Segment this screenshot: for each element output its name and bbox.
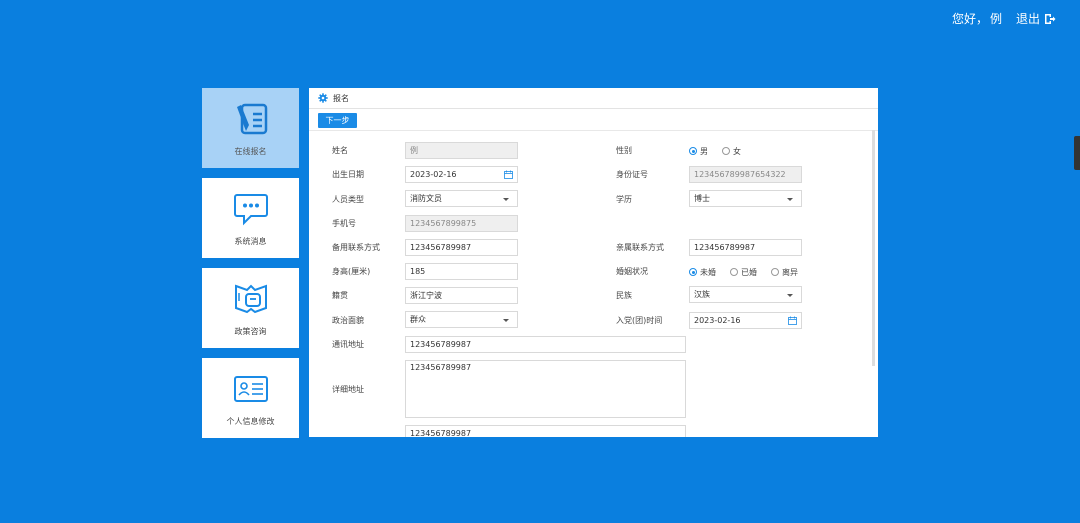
side-tab-handle[interactable]	[1074, 136, 1080, 170]
greeting-text: 您好，	[951, 12, 988, 26]
gender-label: 性别	[616, 146, 632, 155]
origin-label: 籍贯	[332, 291, 348, 300]
sidebar-item-label: 在线报名	[234, 146, 267, 156]
name-field[interactable]: 例	[405, 142, 518, 159]
education-select[interactable]: 博士	[689, 190, 802, 207]
sidebar-item-label: 政策咨询	[234, 326, 267, 336]
calendar-icon[interactable]	[504, 170, 513, 179]
birth-date-value: 2023-02-16	[410, 170, 457, 179]
detail-address-label: 详细地址	[332, 385, 364, 394]
top-bar: 您好， 例 退出	[952, 10, 1056, 27]
marital-married-radio[interactable]: 已婚	[730, 267, 757, 278]
id-card-icon	[232, 370, 270, 408]
phone-field[interactable]: 1234567899875	[405, 215, 518, 232]
registration-pen-icon	[232, 100, 270, 138]
gender-male-radio[interactable]: 男	[689, 146, 708, 157]
logout-label: 退出	[1015, 12, 1040, 26]
party-date-value: 2023-02-16	[694, 316, 741, 325]
family-contact-field[interactable]: 123456789987	[689, 239, 802, 256]
phone-label: 手机号	[332, 219, 356, 228]
birth-date-field[interactable]: 2023-02-16	[405, 166, 518, 183]
family-contact-label: 亲属联系方式	[616, 243, 664, 252]
logout-icon	[1045, 13, 1056, 24]
gender-radio-group: 男 女	[689, 145, 741, 157]
panel-header: 报名	[309, 88, 878, 109]
divider	[309, 130, 878, 131]
ethnicity-select[interactable]: 汉族	[689, 286, 802, 303]
ethnicity-label: 民族	[616, 291, 632, 300]
user-name: 例	[989, 12, 1002, 26]
sidebar-item-policy-consult[interactable]: 政策咨询	[202, 268, 299, 348]
scrollbar[interactable]	[872, 130, 875, 366]
id-number-label: 身份证号	[616, 170, 648, 179]
user-greeting: 您好， 例	[952, 10, 1002, 27]
person-type-select[interactable]: 消防文员	[405, 190, 518, 207]
politics-select[interactable]: 群众	[405, 311, 518, 328]
backup-contact-label: 备用联系方式	[332, 243, 380, 252]
chat-bubble-icon	[232, 190, 270, 228]
origin-field[interactable]: 浙江宁波	[405, 287, 518, 304]
logout-button[interactable]: 退出	[1016, 10, 1056, 27]
sidebar: 在线报名 系统消息 政策咨询 个人信息修改	[202, 88, 299, 448]
panel-title: 报名	[333, 93, 349, 103]
party-date-label: 入党(团)时间	[616, 316, 663, 325]
next-step-button[interactable]: 下一步	[318, 113, 357, 128]
politics-label: 政治面貌	[332, 316, 364, 325]
sidebar-item-system-messages[interactable]: 系统消息	[202, 178, 299, 258]
calendar-icon[interactable]	[788, 316, 797, 325]
height-label: 身高(厘米)	[332, 267, 371, 276]
marital-status-label: 婚姻状况	[616, 267, 648, 276]
education-label: 学历	[616, 195, 632, 204]
sidebar-item-profile-edit[interactable]: 个人信息修改	[202, 358, 299, 438]
registration-panel: 报名 下一步 姓名 例 性别 男 女 出生日期 2023-02-16 身份证号 …	[309, 88, 878, 437]
party-date-field[interactable]: 2023-02-16	[689, 312, 802, 329]
marital-single-radio[interactable]: 未婚	[689, 267, 716, 278]
policy-book-icon	[232, 280, 270, 318]
height-field[interactable]: 185	[405, 263, 518, 280]
id-number-field[interactable]: 123456789987654322	[689, 166, 802, 183]
gear-icon	[318, 93, 328, 103]
person-type-label: 人员类型	[332, 195, 364, 204]
extra-field[interactable]: 123456789987	[405, 425, 686, 437]
birth-date-label: 出生日期	[332, 170, 364, 179]
sidebar-item-label: 系统消息	[234, 236, 267, 246]
name-label: 姓名	[332, 146, 348, 155]
marital-radio-group: 未婚 已婚 离异	[689, 266, 798, 278]
detail-address-textarea[interactable]: 123456789987	[405, 360, 686, 418]
mail-address-field[interactable]: 123456789987	[405, 336, 686, 353]
mail-address-label: 通讯地址	[332, 340, 364, 349]
sidebar-item-label: 个人信息修改	[226, 416, 275, 426]
sidebar-item-online-registration[interactable]: 在线报名	[202, 88, 299, 168]
marital-divorced-radio[interactable]: 离异	[771, 267, 798, 278]
backup-contact-field[interactable]: 123456789987	[405, 239, 518, 256]
gender-female-radio[interactable]: 女	[722, 146, 741, 157]
